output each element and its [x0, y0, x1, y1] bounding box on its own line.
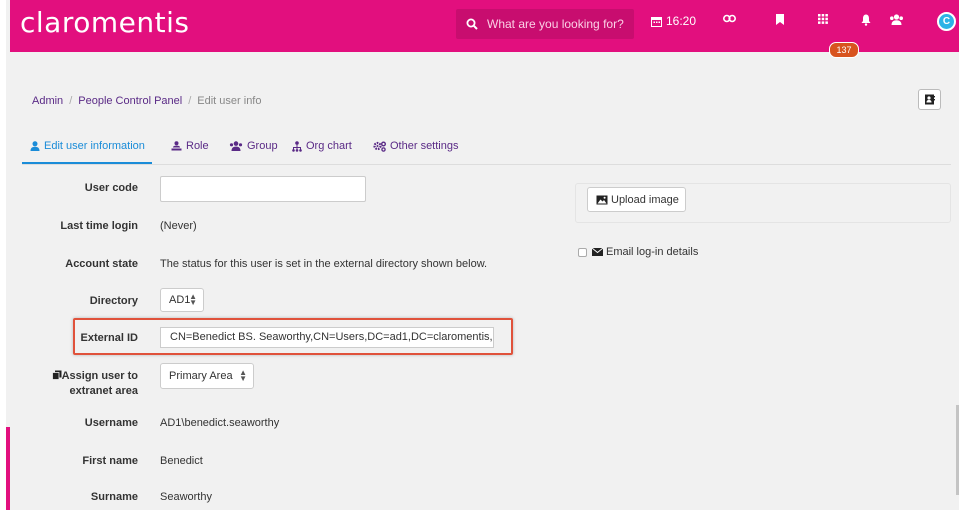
account-state-value: The status for this user is set in the e… — [160, 258, 488, 270]
surname-value: Seaworthy — [160, 491, 212, 503]
tab-other-settings[interactable]: Other settings — [373, 140, 458, 152]
username-label: Username — [84, 417, 138, 429]
extranet-area-select[interactable]: Primary Area ▲ ▼ — [160, 363, 254, 389]
breadcrumb: Admin / People Control Panel / Edit user inf… — [32, 95, 262, 107]
tab-edit-user-information[interactable]: Edit user information — [30, 140, 145, 152]
role-icon — [171, 141, 182, 151]
left-accent-bar — [6, 427, 10, 510]
top-navigation-bar: claromentis What are you looking for? 16… — [10, 0, 959, 52]
clock-time: 16:20 — [666, 14, 697, 28]
group-icon — [229, 141, 243, 151]
envelope-icon — [592, 248, 603, 256]
surname-label: Surname — [90, 491, 138, 503]
search-placeholder: What are you looking for? — [487, 17, 624, 31]
active-tab-indicator — [22, 162, 152, 164]
cogs-icon — [373, 141, 386, 152]
address-book-icon — [925, 94, 935, 105]
first-name-value: Benedict — [160, 455, 203, 467]
apps-grid-icon[interactable] — [818, 14, 828, 24]
username-value: AD1\benedict.seaworthy — [160, 417, 280, 429]
tab-group[interactable]: Group — [229, 140, 278, 152]
upload-image-button[interactable]: Upload image — [587, 187, 686, 212]
copy-icon — [51, 370, 62, 380]
select-arrows-icon: ▲ ▼ — [189, 292, 197, 307]
directory-label: Directory — [89, 295, 138, 307]
bookmark-icon[interactable] — [776, 14, 784, 25]
tab-bar: Edit user information Role Group Org cha… — [22, 130, 951, 165]
first-name-label: First name — [82, 455, 138, 467]
last-login-label: Last time login — [60, 220, 138, 232]
tab-org-chart[interactable]: Org chart — [292, 140, 352, 152]
bell-icon[interactable] — [861, 14, 871, 26]
directory-select[interactable]: AD1 ▲ ▼ — [160, 288, 204, 312]
email-login-details-label[interactable]: Email log-in details — [592, 246, 698, 258]
tab-role[interactable]: Role — [171, 140, 209, 152]
calendar-icon — [651, 16, 662, 27]
calendar-time-button[interactable]: 16:20 — [651, 14, 696, 28]
external-id-highlight-box — [73, 318, 513, 355]
avatar[interactable]: C — [937, 12, 956, 31]
select-arrows-icon: ▲ ▼ — [239, 368, 247, 383]
user-code-label: User code — [84, 182, 138, 194]
org-chart-icon — [292, 140, 302, 152]
breadcrumb-current: Edit user info — [197, 95, 262, 107]
contact-card-button[interactable] — [918, 89, 941, 110]
search-icon — [466, 18, 478, 30]
search-box[interactable]: What are you looking for? — [456, 9, 634, 39]
breadcrumb-admin[interactable]: Admin — [32, 95, 63, 107]
extranet-label: Assign user to extranet area — [40, 369, 138, 399]
link-icon[interactable] — [723, 14, 736, 23]
notification-count-badge: 137 — [829, 42, 859, 58]
last-login-value: (Never) — [160, 220, 197, 232]
user-code-input[interactable] — [160, 176, 366, 202]
people-icon[interactable] — [889, 14, 904, 25]
image-icon — [596, 195, 608, 204]
account-state-label: Account state — [65, 258, 138, 270]
claromentis-logo[interactable]: claromentis — [20, 6, 189, 39]
user-icon — [30, 141, 40, 151]
breadcrumb-people-control-panel[interactable]: People Control Panel — [78, 95, 182, 107]
email-login-details-checkbox[interactable] — [578, 248, 587, 257]
